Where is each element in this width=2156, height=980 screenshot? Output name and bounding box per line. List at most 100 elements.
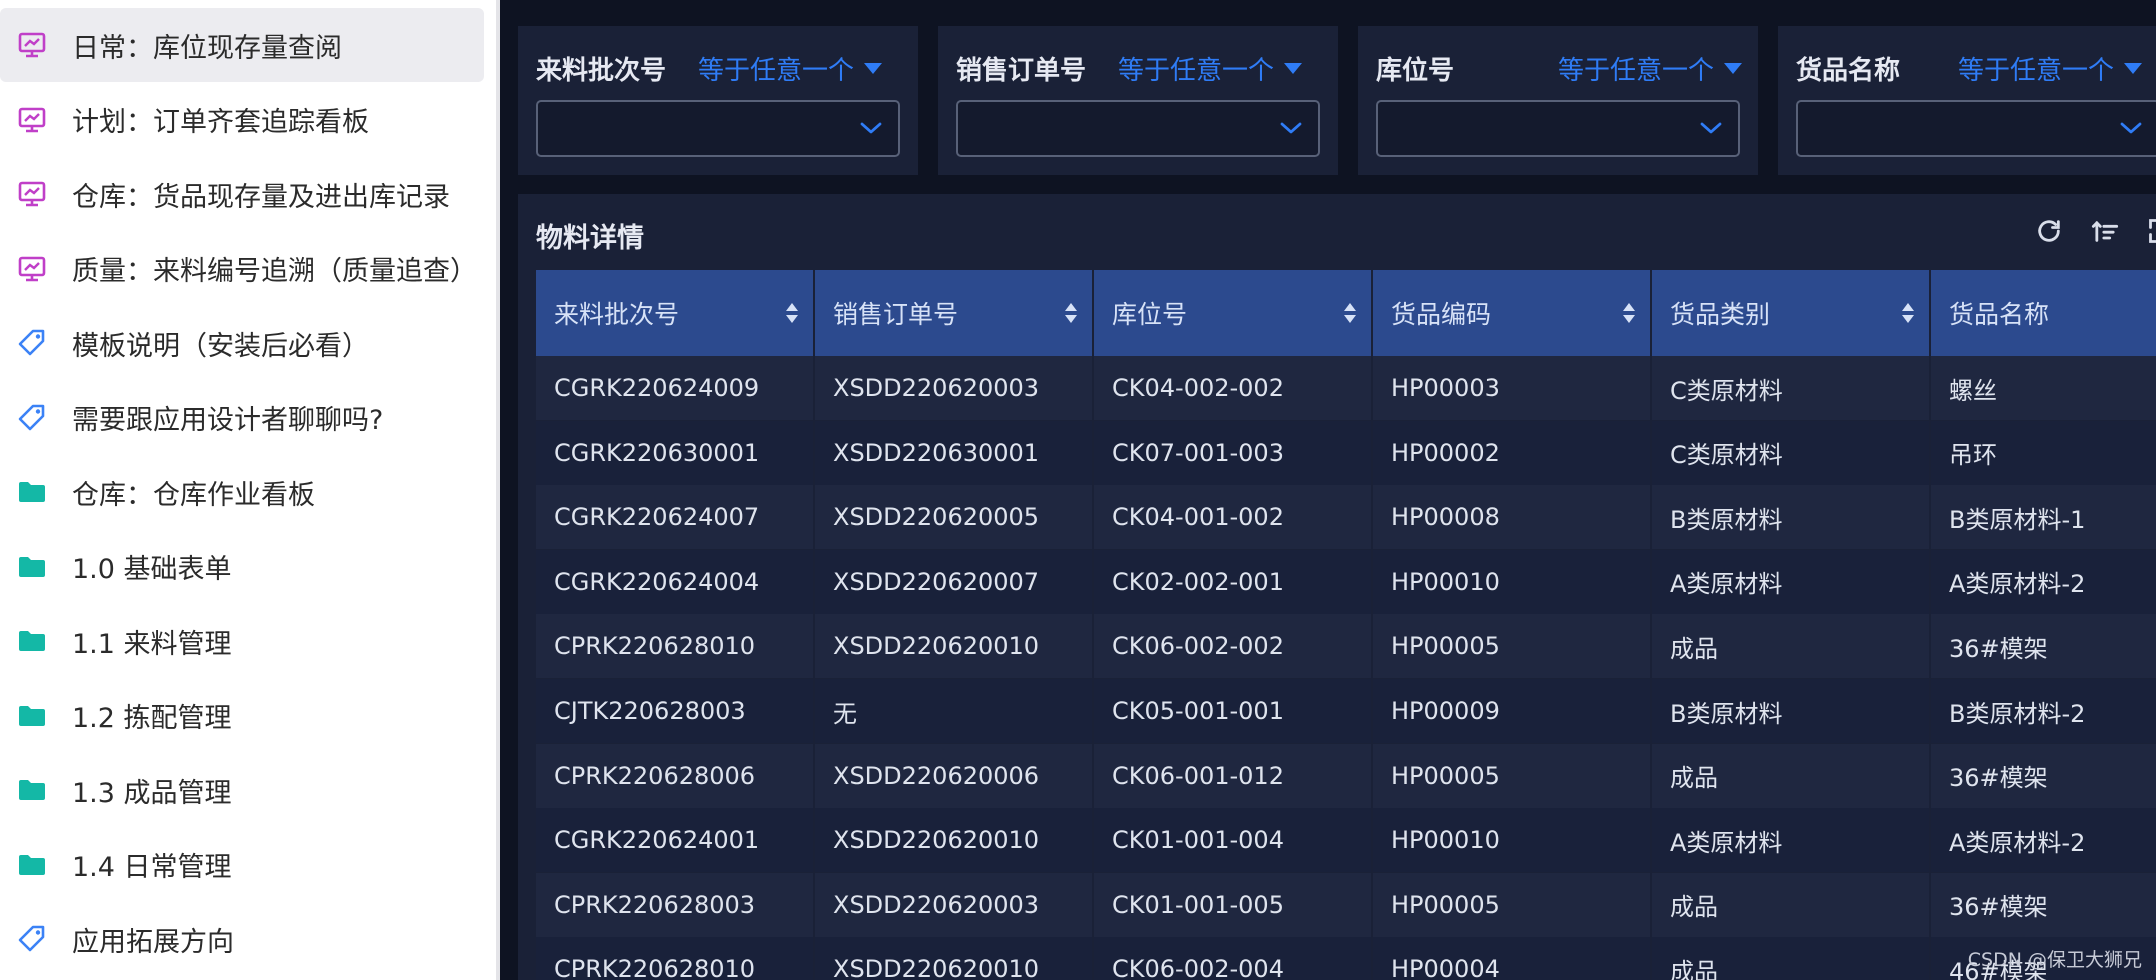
- sidebar-item[interactable]: 日常：库位现存量查阅: [0, 8, 484, 82]
- sidebar-item-label: 应用拓展方向: [72, 926, 234, 958]
- table-cell: 吊环: [1931, 420, 2156, 485]
- table-row[interactable]: CPRK220628010 XSDD220620010 CK06-002-002 HP…: [536, 614, 2156, 679]
- dashboard-icon: [16, 104, 48, 136]
- sort-toggle-icon[interactable]: [1064, 301, 1078, 325]
- sidebar-item[interactable]: 应用拓展方向: [0, 902, 484, 976]
- table-row[interactable]: CGRK220624004 XSDD220620007 CK02-002-001 HP…: [536, 549, 2156, 614]
- table-cell: CK02-002-001: [1094, 549, 1373, 614]
- column-header[interactable]: 货品类别: [1652, 270, 1931, 356]
- sidebar-item-label: 1.0 基础表单: [72, 554, 232, 585]
- filter-card: 库位号 等于任意一个: [1358, 26, 1758, 175]
- table-cell: HP00005: [1373, 743, 1652, 808]
- sidebar-item[interactable]: 1.4 日常管理: [0, 828, 484, 902]
- refresh-icon[interactable]: [2032, 214, 2066, 248]
- caret-down-icon: [1284, 63, 1303, 74]
- table-cell: XSDD220620007: [815, 549, 1094, 614]
- table-cell: XSDD220620010: [815, 808, 1094, 873]
- table-cell: HP00009: [1373, 679, 1652, 743]
- sort-toggle-icon[interactable]: [785, 301, 799, 325]
- table-cell: B类原材料-1: [1931, 485, 2156, 550]
- filter-value-select[interactable]: [1796, 100, 2156, 157]
- table-cell: CPRK220628010: [536, 937, 815, 980]
- table-cell: CGRK220624009: [536, 356, 815, 420]
- filter-operator-dropdown[interactable]: 等于任意一个: [1958, 50, 2143, 87]
- table-cell: XSDD220620005: [815, 485, 1094, 550]
- filter-card: 货品名称 等于任意一个: [1778, 26, 2156, 175]
- filter-operator-label: 等于任意一个: [1558, 56, 1715, 86]
- table-row[interactable]: CGRK220624009 XSDD220620003 CK04-002-002 HP…: [536, 356, 2156, 420]
- folder-icon: [16, 849, 48, 881]
- filter-value-select[interactable]: [1376, 100, 1740, 157]
- sidebar-item[interactable]: 质量：来料编号追溯（质量追查）: [0, 232, 484, 306]
- table-cell: CPRK220628006: [536, 743, 815, 808]
- sidebar-item[interactable]: 需要跟应用设计者聊聊吗?: [0, 381, 484, 455]
- sidebar-item-label: 仓库：货品现存量及进出库记录: [72, 181, 450, 213]
- table-cell: HP00005: [1373, 872, 1652, 937]
- column-header[interactable]: 来料批次号: [536, 270, 815, 356]
- chevron-down-icon: [1278, 118, 1304, 142]
- sidebar-item[interactable]: 仓库：货品现存量及进出库记录: [0, 157, 484, 231]
- folder-icon: [16, 774, 48, 806]
- table-row[interactable]: CPRK220628006 XSDD220620006 CK06-001-012 HP…: [536, 743, 2156, 808]
- filter-value-select[interactable]: [956, 100, 1320, 157]
- sidebar-item[interactable]: 1.1 来料管理: [0, 604, 484, 678]
- column-header[interactable]: 库位号: [1094, 270, 1373, 356]
- table-cell: B类原材料: [1652, 485, 1931, 550]
- filter-value-select[interactable]: [536, 100, 900, 157]
- table-row[interactable]: CPRK220628010 XSDD220620010 CK06-002-004 HP…: [536, 937, 2156, 980]
- sidebar-item[interactable]: 模板说明（安装后必看）: [0, 306, 484, 380]
- dashboard: 来料批次号 等于任意一个 销售订单号 等于任意一个 库位号 等于任意一个 货品名…: [500, 0, 2156, 980]
- column-header-label: 库位号: [1112, 300, 1188, 329]
- table-cell: HP00008: [1373, 485, 1652, 550]
- sort-icon[interactable]: [2088, 214, 2122, 248]
- sidebar-item[interactable]: 仓库：仓库作业看板: [0, 455, 484, 529]
- table-cell: A类原材料: [1652, 549, 1931, 614]
- sidebar-item[interactable]: 1.3 成品管理: [0, 753, 484, 827]
- table-cell: CK04-002-002: [1094, 356, 1373, 420]
- table-cell: CK06-002-002: [1094, 614, 1373, 679]
- dashboard-icon: [16, 253, 48, 285]
- table-row[interactable]: CGRK220624007 XSDD220620005 CK04-001-002 HP…: [536, 485, 2156, 550]
- column-header[interactable]: 销售订单号: [815, 270, 1094, 356]
- table-row[interactable]: CGRK220630001 XSDD220630001 CK07-001-003 HP…: [536, 420, 2156, 485]
- column-header-label: 来料批次号: [554, 300, 680, 329]
- column-header-label: 货品名称: [1949, 300, 2050, 329]
- sidebar-item[interactable]: 1.2 拣配管理: [0, 679, 484, 753]
- column-header[interactable]: 货品名称: [1931, 270, 2156, 356]
- chevron-down-icon: [1698, 118, 1724, 142]
- table-cell: XSDD220620010: [815, 614, 1094, 679]
- folder-icon: [16, 625, 48, 657]
- sidebar-item-label: 1.1 来料管理: [72, 628, 232, 660]
- table-cell: XSDD220620010: [815, 937, 1094, 980]
- table-cell: CPRK220628010: [536, 614, 815, 679]
- table-cell: 36#模架: [1931, 872, 2156, 937]
- table-row[interactable]: CPRK220628003 XSDD220620003 CK01-001-005 HP…: [536, 872, 2156, 937]
- filter-operator-dropdown[interactable]: 等于任意一个: [1118, 50, 1303, 87]
- filter-operator-label: 等于任意一个: [1118, 56, 1275, 86]
- sort-toggle-icon[interactable]: [1343, 301, 1357, 325]
- table-row[interactable]: CJTK220628003 无 CK05-001-001 HP00009 B类原材料 B类…: [536, 679, 2156, 743]
- table-cell: CGRK220624007: [536, 485, 815, 550]
- table-cell: HP00005: [1373, 614, 1652, 679]
- table-cell: 成品: [1652, 743, 1931, 808]
- table-cell: CK04-001-002: [1094, 485, 1373, 550]
- table-row[interactable]: CGRK220624001 XSDD220620010 CK01-001-004 HP…: [536, 808, 2156, 873]
- sidebar-item[interactable]: 计划：订单齐套追踪看板: [0, 83, 484, 157]
- sidebar-item[interactable]: 1.0 基础表单: [0, 530, 484, 604]
- filter-card: 来料批次号 等于任意一个: [518, 26, 918, 175]
- filter-operator-dropdown[interactable]: 等于任意一个: [698, 50, 883, 87]
- table-cell: XSDD220620003: [815, 356, 1094, 420]
- caret-down-icon: [2124, 63, 2143, 74]
- column-header[interactable]: 货品编码: [1373, 270, 1652, 356]
- table-cell: HP00004: [1373, 937, 1652, 980]
- table-header: 来料批次号 销售订单号 库位号 货品编码 货品类别 货品名称: [536, 270, 2156, 356]
- table-cell: A类原材料: [1652, 808, 1931, 873]
- table-cell: XSDD220630001: [815, 420, 1094, 485]
- table-cell: HP00010: [1373, 549, 1652, 614]
- folder-icon: [16, 700, 48, 732]
- filter-operator-dropdown[interactable]: 等于任意一个: [1558, 50, 1743, 87]
- filter-operator-label: 等于任意一个: [698, 56, 855, 86]
- sort-toggle-icon[interactable]: [1901, 301, 1915, 325]
- fullscreen-icon[interactable]: [2144, 214, 2156, 248]
- sort-toggle-icon[interactable]: [1622, 301, 1636, 325]
